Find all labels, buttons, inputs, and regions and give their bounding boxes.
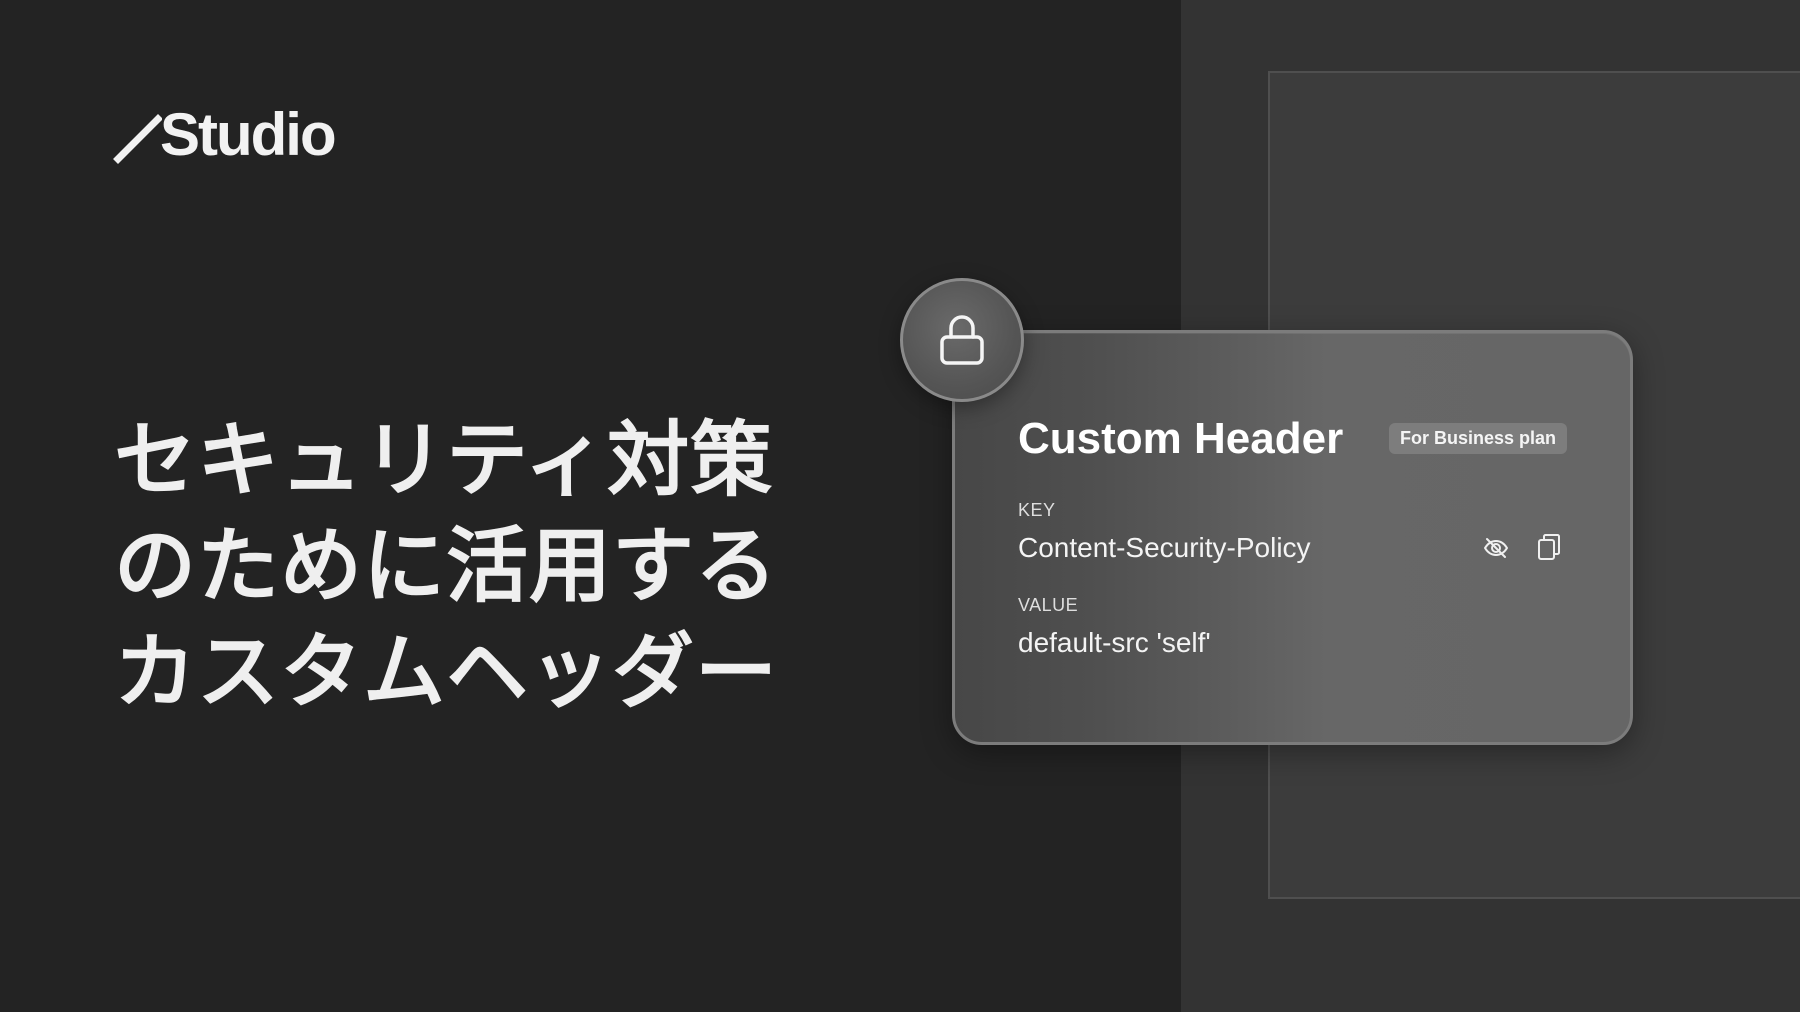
value-value: default-src 'self' [1018, 627, 1211, 658]
studio-logo: Studio [112, 101, 337, 168]
plan-badge: For Business plan [1389, 423, 1568, 454]
page-headline: セキュリティ対策 のために活用する カスタムヘッダー [114, 408, 794, 726]
lock-badge [900, 278, 1024, 402]
headline-line-2: のために活用する [114, 519, 779, 614]
slash-icon [113, 114, 162, 164]
custom-header-card: Custom Header For Business plan KEY Cont… [952, 330, 1633, 745]
key-label: KEY [1018, 500, 1056, 520]
toggle-visibility-button[interactable] [1479, 531, 1513, 565]
card-title: Custom Header [1018, 414, 1344, 463]
logo-text: Studio [160, 101, 337, 168]
copy-icon [1538, 534, 1560, 560]
lock-icon [940, 315, 984, 365]
copy-button[interactable] [1532, 530, 1566, 564]
headline-line-1: セキュリティ対策 [114, 413, 774, 508]
key-value: Content-Security-Policy [1018, 532, 1311, 563]
eye-off-icon [1484, 538, 1508, 558]
headline-line-3: カスタムヘッダー [114, 625, 779, 720]
value-label: VALUE [1018, 595, 1079, 615]
